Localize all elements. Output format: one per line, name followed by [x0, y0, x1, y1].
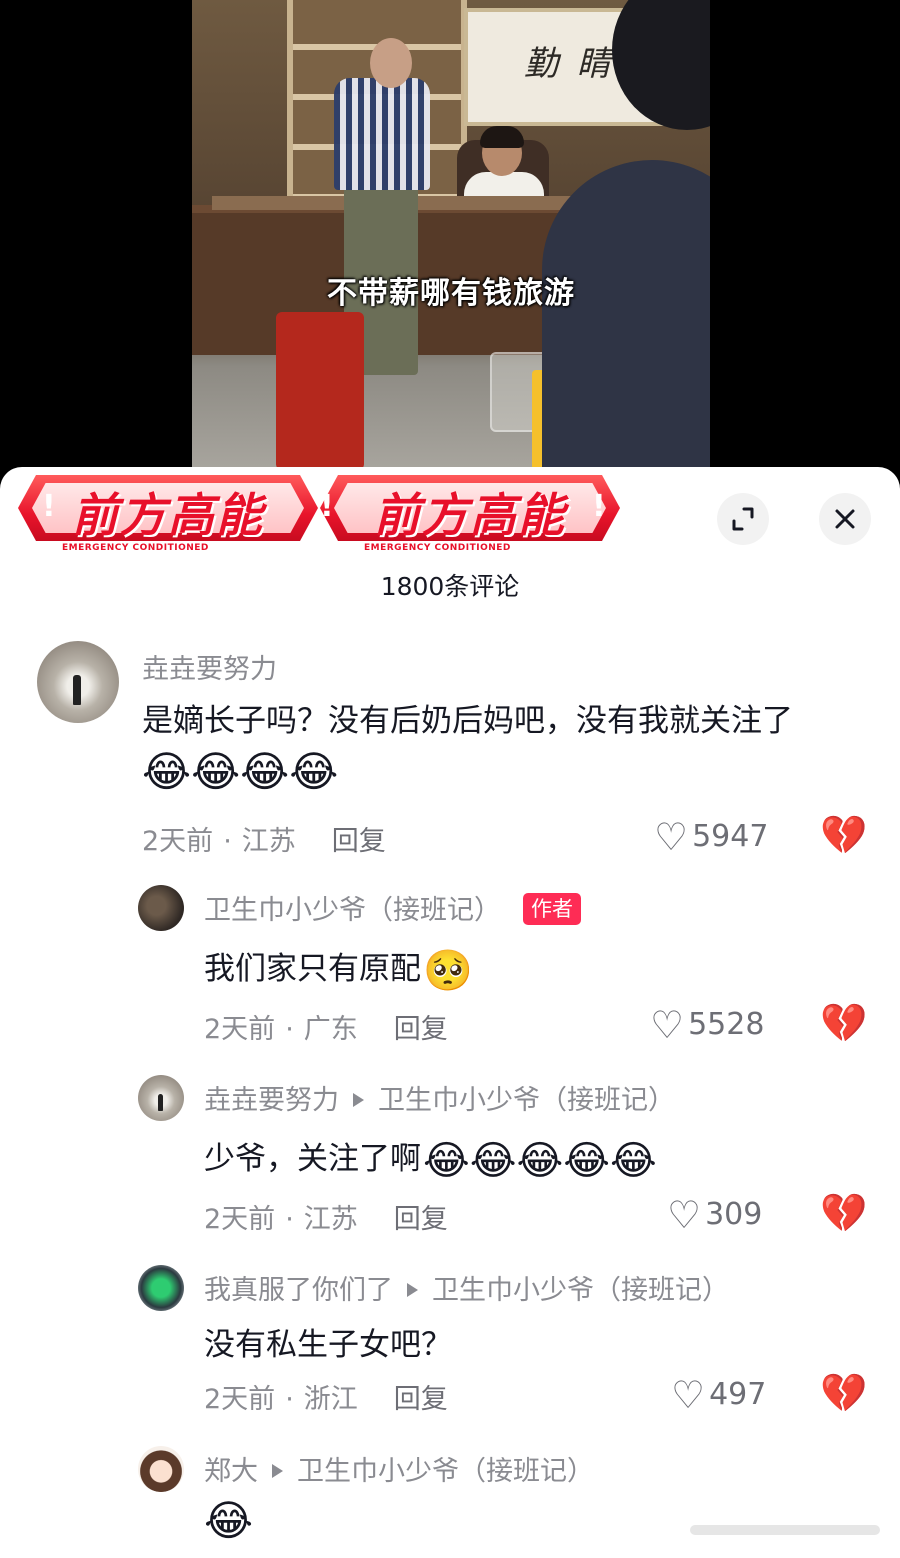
comment-text: 是嫡长子吗？没有后奶后妈吧，没有我就关注了 — [142, 703, 793, 739]
broken-heart-icon[interactable]: 💔 — [820, 1191, 867, 1236]
emoji-row: 😂 — [204, 1500, 259, 1542]
comment-time: 2天前 — [142, 826, 214, 857]
username-text[interactable]: 垚垚要努力 — [142, 654, 277, 685]
close-button[interactable] — [819, 493, 871, 545]
energy-banner: ! 前方高能 EMERGENCY CONDITIONED — [18, 467, 318, 553]
expand-icon — [732, 507, 754, 531]
laughing-crying-emoji: 😂😂😂😂😂 — [423, 1137, 657, 1184]
like-count: 497 — [709, 1377, 767, 1412]
username-text[interactable]: 垚垚要努力 — [204, 1085, 339, 1116]
broken-heart-icon[interactable]: 💔 — [820, 1371, 867, 1416]
reply-button[interactable]: 回复 — [394, 1384, 448, 1415]
comment-time: 2天前 — [204, 1384, 276, 1415]
like-button[interactable]: ♡ 5947 — [654, 815, 768, 859]
video-frame[interactable]: 勤 睛 道 不带薪哪有钱旅游 — [192, 0, 710, 470]
avatar[interactable] — [37, 641, 119, 723]
comment-sheet: ! 前方高能 EMERGENCY CONDITIONED ! ! 前方高能 EM… — [0, 467, 900, 1558]
comment-username[interactable]: 垚垚要努力 卫生巾小少爷（接班记） — [204, 1078, 675, 1117]
pleading-face-emoji: 🥺 — [423, 947, 473, 994]
reply-arrow-icon — [407, 1283, 418, 1297]
comment-location: 浙江 — [303, 1384, 358, 1415]
red-bag — [276, 312, 364, 470]
like-button[interactable]: ♡ 497 — [671, 1373, 766, 1417]
laughing-crying-emoji: 😂😂😂😂 — [142, 747, 339, 796]
home-indicator — [690, 1525, 880, 1535]
comment-username[interactable]: 郑大 卫生巾小少爷（接班记） — [204, 1449, 594, 1488]
banner-text: 前方高能 — [72, 488, 264, 542]
like-button[interactable]: ♡ 309 — [667, 1193, 762, 1237]
emoji-row: 😂😂😂😂 — [142, 751, 344, 793]
like-count: 5528 — [688, 1007, 765, 1042]
author-badge: 作者 — [523, 893, 581, 925]
avatar[interactable] — [138, 1265, 184, 1311]
heart-outline-icon: ♡ — [650, 1003, 685, 1047]
username-text[interactable]: 郑大 — [204, 1456, 258, 1487]
comment-text: 少爷，关注了啊😂😂😂😂😂 — [204, 1133, 663, 1181]
comment-username[interactable]: 卫生巾小少爷（接班记） 作者 — [204, 888, 581, 927]
avatar[interactable] — [138, 1075, 184, 1121]
close-icon — [835, 509, 855, 529]
comment-text-content: 少爷，关注了啊 — [204, 1141, 421, 1177]
banner-subtext: EMERGENCY CONDITIONED — [364, 543, 511, 553]
comment-text-content: 我们家只有原配 — [204, 951, 421, 987]
reply-button[interactable]: 回复 — [394, 1204, 448, 1235]
username-text[interactable]: 卫生巾小少爷（接班记） — [204, 895, 501, 926]
boy-hair — [480, 126, 524, 148]
heart-outline-icon: ♡ — [654, 815, 689, 859]
banner-subtext: EMERGENCY CONDITIONED — [62, 543, 209, 553]
comment-location: 广东 — [303, 1014, 358, 1045]
expand-button[interactable] — [717, 493, 769, 545]
banner-text: 前方高能 — [374, 488, 566, 542]
comment-text: 我们家只有原配🥺 — [204, 943, 479, 991]
username-text[interactable]: 我真服了你们了 — [204, 1275, 393, 1306]
broken-heart-icon[interactable]: 💔 — [820, 813, 867, 858]
reply-to-username[interactable]: 卫生巾小少爷（接班记） — [378, 1085, 675, 1116]
comment-time: 2天前 — [204, 1014, 276, 1045]
reply-arrow-icon — [272, 1464, 283, 1478]
man-figure-head — [370, 38, 412, 88]
broken-heart-icon[interactable]: 💔 — [820, 1001, 867, 1046]
avatar[interactable] — [138, 885, 184, 931]
reply-button[interactable]: 回复 — [332, 826, 386, 857]
heart-outline-icon: ♡ — [671, 1373, 706, 1417]
comment-username[interactable]: 垚垚要努力 — [142, 647, 277, 686]
like-count: 309 — [705, 1197, 763, 1232]
video-subtitle: 不带薪哪有钱旅游 — [327, 276, 575, 311]
reply-to-username[interactable]: 卫生巾小少爷（接班记） — [432, 1275, 729, 1306]
laughing-crying-emoji: 😂 — [204, 1496, 254, 1545]
comment-location: 江苏 — [241, 826, 296, 857]
comment-time: 2天前 — [204, 1204, 276, 1235]
reply-to-username[interactable]: 卫生巾小少爷（接班记） — [297, 1456, 594, 1487]
comment-count: 1800条评论 — [380, 572, 520, 601]
heart-outline-icon: ♡ — [667, 1193, 702, 1237]
foreground-person — [542, 160, 710, 470]
comment-meta: 2天前 · 江苏 回复 — [204, 1204, 448, 1235]
video-player[interactable]: 勤 睛 道 不带薪哪有钱旅游 — [0, 0, 900, 500]
comment-meta: 2天前 · 浙江 回复 — [204, 1384, 448, 1415]
comment-text: 没有私生子女吧？ — [204, 1327, 452, 1363]
comment-username[interactable]: 我真服了你们了 卫生巾小少爷（接班记） — [204, 1268, 729, 1307]
comment-location: 江苏 — [303, 1204, 358, 1235]
like-count: 5947 — [692, 819, 769, 854]
comment-meta: 2天前 · 广东 回复 — [204, 1014, 448, 1045]
man-figure-shirt — [334, 78, 430, 190]
like-button[interactable]: ♡ 5528 — [650, 1003, 764, 1047]
reply-arrow-icon — [353, 1093, 364, 1107]
reply-button[interactable]: 回复 — [394, 1014, 448, 1045]
energy-banner: ! ! 前方高能 EMERGENCY CONDITIONED — [320, 467, 620, 553]
comment-meta: 2天前 · 江苏 回复 — [142, 826, 386, 857]
avatar[interactable] — [138, 1446, 184, 1492]
